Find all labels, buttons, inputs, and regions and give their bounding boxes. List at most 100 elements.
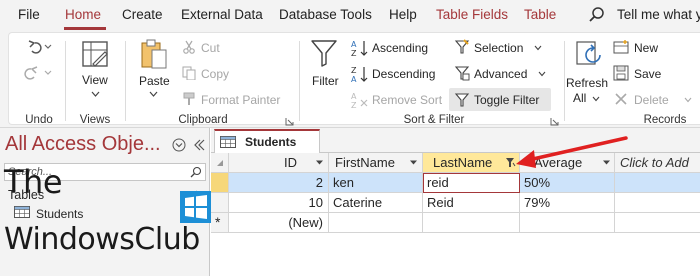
nav-pane-title[interactable]: All Access Obje... [5,133,161,156]
cell-average: 50% [524,175,551,190]
row-selector[interactable] [211,173,229,193]
toggle-filter-button[interactable]: Toggle Filter [474,93,539,107]
nav-menu-chevron-icon[interactable] [172,138,186,152]
table-cell[interactable]: Reid [423,193,520,213]
menu-tab-external-data[interactable]: External Data [181,7,263,22]
table-cell[interactable]: 2 [229,173,329,193]
group-label-undo: Undo [25,114,53,126]
view-button[interactable]: View [82,73,108,87]
paste-icon[interactable] [138,37,170,71]
refresh-all-button[interactable]: All [573,91,586,105]
redo-icon[interactable] [23,65,53,81]
menu-tab-help[interactable]: Help [389,7,417,22]
advanced-filter-icon[interactable] [454,65,470,81]
chevron-down-icon[interactable] [315,158,324,167]
menu-tab-table[interactable]: Table [524,7,556,22]
format-painter-icon[interactable] [182,92,196,106]
table-cell[interactable] [615,173,700,193]
new-button[interactable]: New [634,41,658,55]
table-cell[interactable]: Caterine [329,193,423,213]
chevron-down-icon[interactable] [592,96,600,102]
menu-tab-create[interactable]: Create [122,7,163,22]
table-cell[interactable] [615,213,700,233]
tab-students[interactable]: Students [214,129,320,154]
table-cell[interactable]: (New) [229,213,329,233]
new-record-icon[interactable] [613,39,629,55]
new-record-asterisk-icon: * [215,214,221,230]
table-cell[interactable]: 50% [520,173,615,193]
menu-tab-home[interactable]: Home [65,7,101,22]
delete-button[interactable]: Delete [634,93,669,107]
menu-tab-file[interactable]: File [18,7,40,22]
selection-button[interactable]: Selection [474,41,523,55]
chevron-down-icon[interactable] [91,91,100,97]
chevron-down-icon[interactable] [684,97,692,103]
copy-icon[interactable] [182,66,196,80]
new-row-selector[interactable]: * [211,213,229,233]
table-cell[interactable]: ken [329,173,423,193]
cut-button[interactable]: Cut [201,41,220,55]
search-icon[interactable] [588,6,606,24]
collapse-pane-icon[interactable] [192,138,206,152]
undo-icon[interactable] [23,39,53,55]
table-cell[interactable]: 79% [520,193,615,213]
table-cell[interactable] [423,213,520,233]
cell-firstname: Caterine [333,195,383,210]
watermark-text: WindowsClub [4,222,200,257]
group-separator [125,41,126,121]
view-icon[interactable] [79,38,111,70]
table-cell[interactable]: 10 [229,193,329,213]
table-cell-active[interactable]: reid [423,173,520,193]
delete-icon[interactable] [614,92,628,106]
table-cell[interactable] [329,213,423,233]
chevron-down-icon[interactable] [409,158,418,167]
cut-icon[interactable] [182,40,196,54]
dialog-launcher-icon[interactable] [285,117,294,126]
column-header-firstname[interactable]: FirstName [329,153,423,173]
chevron-down-icon[interactable] [149,91,158,97]
filter-button[interactable]: Filter [312,74,339,88]
column-header-label: LastName [433,155,493,170]
remove-sort-button[interactable]: Remove Sort [372,93,442,107]
group-separator [65,41,66,121]
tell-me-search[interactable]: Tell me what y [617,7,700,22]
row-selector[interactable] [211,193,229,213]
copy-button[interactable]: Copy [201,67,229,81]
paste-button[interactable]: Paste [139,74,170,88]
table-cell[interactable] [520,213,615,233]
search-icon[interactable] [190,166,202,178]
sort-ascending-icon[interactable]: A Z [350,39,370,57]
format-painter-button[interactable]: Format Painter [201,93,280,107]
column-header-id[interactable]: ID [229,153,329,173]
select-all-corner[interactable] [211,153,229,173]
filter-icon[interactable] [309,38,339,68]
chevron-down-icon[interactable] [538,71,546,77]
dialog-launcher-icon[interactable] [550,117,559,126]
save-icon[interactable] [613,65,629,81]
refresh-icon[interactable] [574,39,604,69]
refresh-button[interactable]: Refresh [566,76,608,90]
sort-descending-icon[interactable]: Z A [350,65,370,83]
toggle-filter-icon[interactable] [454,92,470,108]
menu-tab-database-tools[interactable]: Database Tools [279,7,372,22]
cell-id: 2 [315,175,323,190]
save-button[interactable]: Save [634,67,661,81]
cell-average: 79% [524,195,551,210]
sort-descending-button[interactable]: Descending [372,67,435,81]
table-icon [220,136,236,148]
cell-firstname: ken [333,175,354,190]
cell-id: 10 [308,195,323,210]
group-label-records: Records [643,114,687,126]
table-cell[interactable] [615,193,700,213]
remove-sort-icon[interactable]: A Z [350,91,370,109]
chevron-down-icon[interactable] [534,45,542,51]
menu-tab-table-fields[interactable]: Table Fields [436,7,508,22]
cell-lastname: reid [427,175,449,190]
selection-filter-icon[interactable] [454,39,470,55]
advanced-button[interactable]: Advanced [474,67,527,81]
group-label-sort-filter: Sort & Filter [403,114,465,126]
nav-item-students[interactable]: Students [36,207,83,221]
svg-text:Z: Z [351,101,357,109]
sort-ascending-button[interactable]: Ascending [372,41,428,55]
svg-text:A: A [351,75,357,83]
